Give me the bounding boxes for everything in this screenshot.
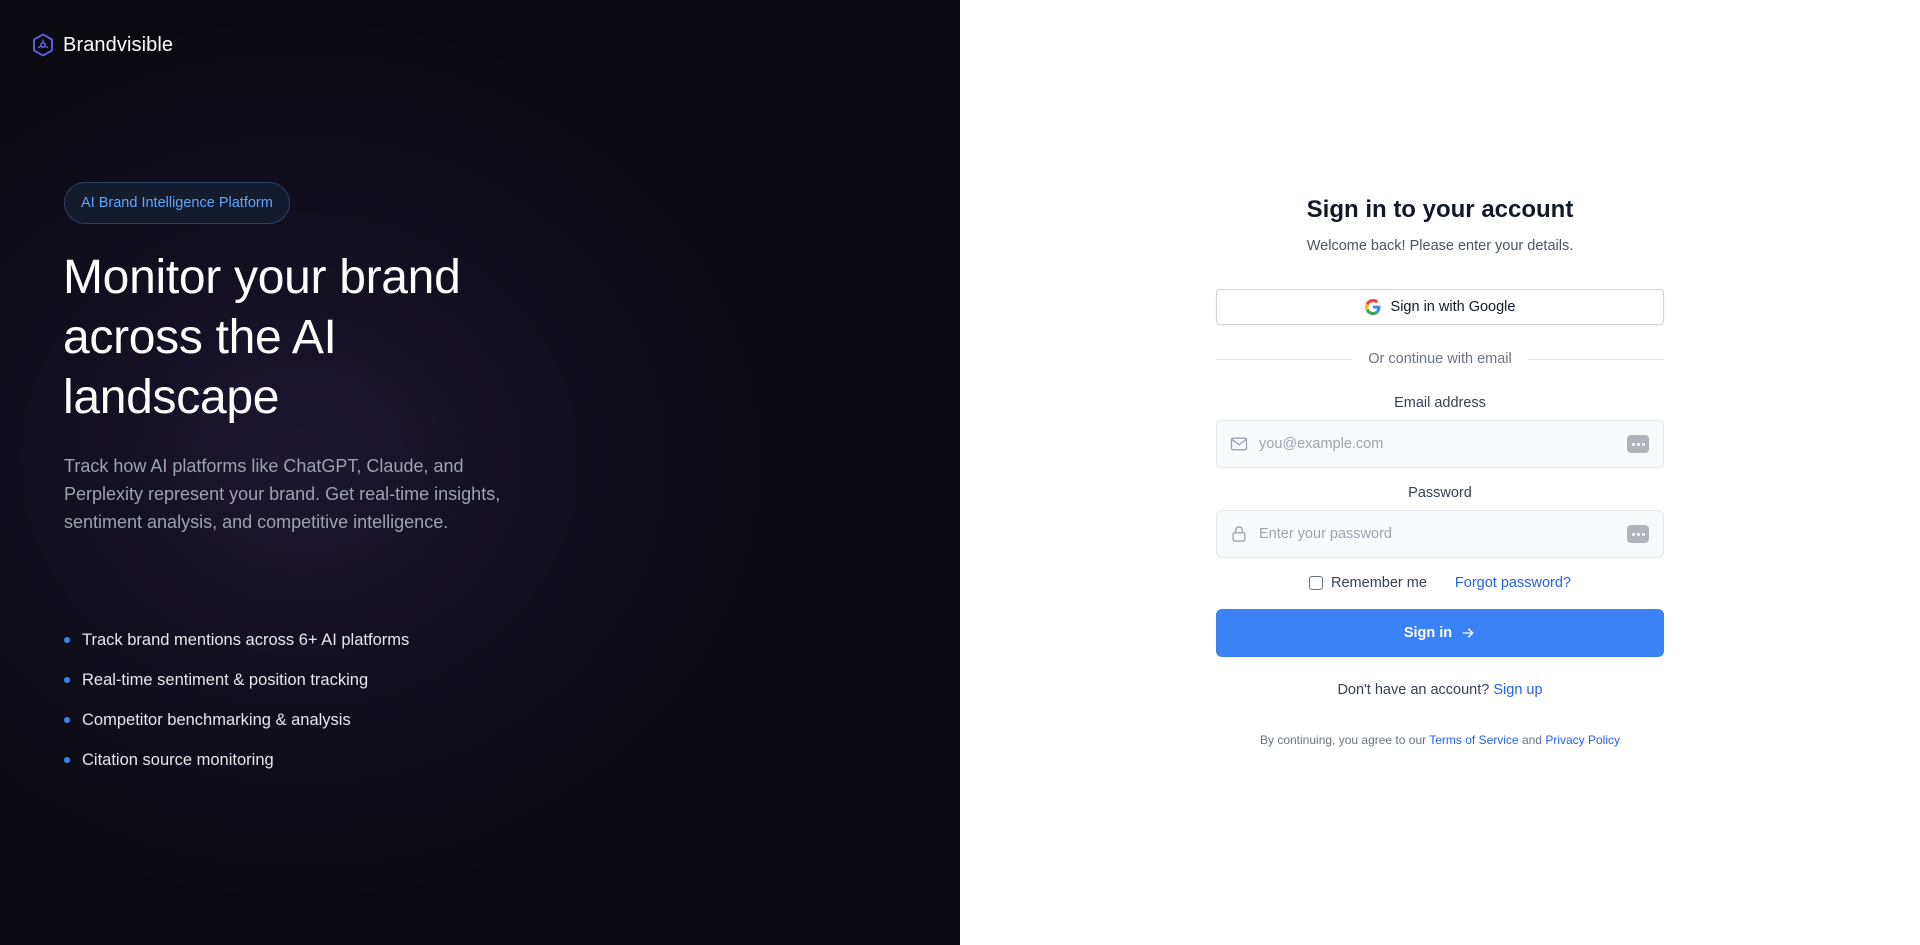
signup-prompt: Don't have an account? Sign up xyxy=(960,682,1920,698)
signup-link[interactable]: Sign up xyxy=(1493,682,1542,698)
platform-badge: AI Brand Intelligence Platform xyxy=(64,182,290,224)
password-manager-icon[interactable] xyxy=(1627,525,1649,543)
remember-label: Remember me xyxy=(1331,575,1427,591)
forgot-password-link[interactable]: Forgot password? xyxy=(1455,575,1571,591)
hero-title-line: landscape xyxy=(63,371,280,424)
feature-label: Citation source monitoring xyxy=(82,750,274,769)
hero-title-line: Monitor your brand xyxy=(63,251,461,304)
terms-link[interactable]: Terms of Service xyxy=(1429,733,1518,747)
bullet-dot-icon xyxy=(64,717,70,723)
feature-item: Track brand mentions across 6+ AI platfo… xyxy=(64,620,409,660)
lock-icon xyxy=(1232,526,1246,542)
signin-button[interactable]: Sign in xyxy=(1216,609,1664,657)
brand-name: Brandvisible xyxy=(63,33,174,56)
brand[interactable]: Brandvisible xyxy=(32,33,173,57)
signin-options: Remember me Forgot password? xyxy=(1216,573,1664,593)
email-field[interactable] xyxy=(1216,420,1664,468)
email-input[interactable] xyxy=(1259,436,1627,452)
google-signin-label: Sign in with Google xyxy=(1390,299,1516,315)
hero-title: Monitor your brand across the AI landsca… xyxy=(63,248,523,428)
no-account-text: Don't have an account? xyxy=(1337,682,1490,698)
divider-line xyxy=(1216,358,1353,360)
legal-notice: By continuing, you agree to our Terms of… xyxy=(960,733,1920,747)
password-input[interactable] xyxy=(1259,526,1627,542)
bullet-dot-icon xyxy=(64,637,70,643)
bullet-dot-icon xyxy=(64,677,70,683)
hero-panel: Brandvisible AI Brand Intelligence Platf… xyxy=(0,0,960,945)
divider-text: Or continue with email xyxy=(1368,351,1512,367)
arrow-right-icon xyxy=(1462,628,1474,638)
feature-item: Real-time sentiment & position tracking xyxy=(64,660,409,700)
password-field[interactable] xyxy=(1216,510,1664,558)
feature-item: Competitor benchmarking & analysis xyxy=(64,700,409,740)
bullet-dot-icon xyxy=(64,757,70,763)
google-signin-button[interactable]: Sign in with Google xyxy=(1216,289,1664,325)
signin-button-label: Sign in xyxy=(1403,625,1453,641)
password-label: Password xyxy=(1408,485,1472,501)
legal-and: and xyxy=(1521,733,1542,747)
form-title: Sign in to your account xyxy=(1306,196,1574,223)
legal-prefix: By continuing, you agree to our xyxy=(1260,733,1427,747)
signin-panel: Sign in to your account Welcome back! Pl… xyxy=(960,0,1920,945)
hero-description: Track how AI platforms like ChatGPT, Cla… xyxy=(64,456,501,532)
email-label: Email address xyxy=(1394,395,1486,411)
hexagon-logo-icon xyxy=(33,33,53,57)
feature-list: Track brand mentions across 6+ AI platfo… xyxy=(64,620,409,780)
google-icon xyxy=(1364,299,1381,315)
divider-line xyxy=(1527,358,1665,360)
remember-checkbox[interactable] xyxy=(1309,576,1324,590)
mail-icon xyxy=(1230,437,1248,451)
feature-label: Track brand mentions across 6+ AI platfo… xyxy=(82,630,410,649)
form-subtitle: Welcome back! Please enter your details. xyxy=(1306,238,1574,254)
feature-item: Citation source monitoring xyxy=(64,740,409,780)
privacy-link[interactable]: Privacy Policy xyxy=(1545,733,1620,747)
divider: Or continue with email xyxy=(1216,349,1665,369)
remember-me[interactable]: Remember me xyxy=(1309,575,1427,591)
feature-label: Competitor benchmarking & analysis xyxy=(82,710,351,729)
hero-title-line: across the AI xyxy=(63,311,337,364)
feature-label: Real-time sentiment & position tracking xyxy=(82,670,369,689)
password-manager-icon[interactable] xyxy=(1627,435,1649,453)
